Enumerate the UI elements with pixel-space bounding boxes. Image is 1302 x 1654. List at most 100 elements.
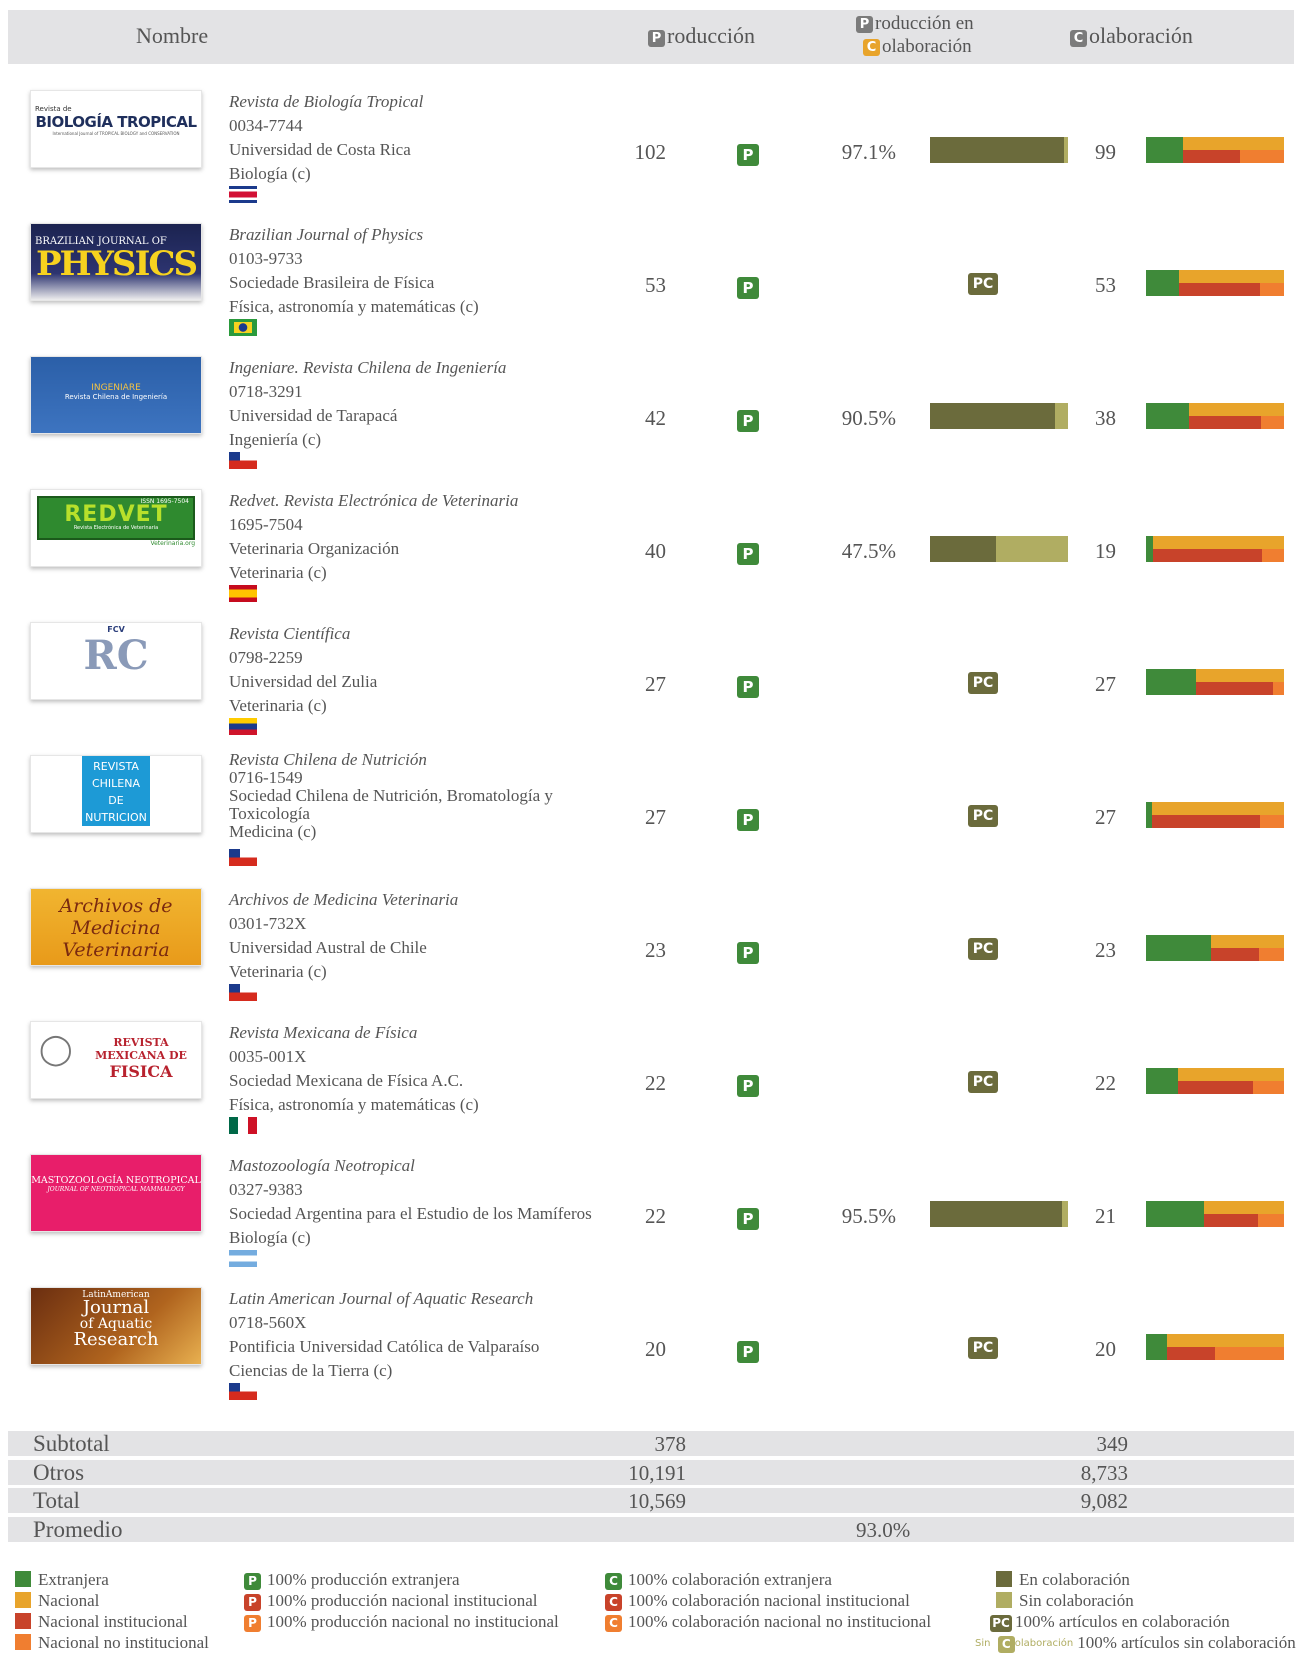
otros-row: Otros 10,191 8,733: [8, 1460, 1294, 1485]
journal-row[interactable]: BRAZILIAN JOURNAL OF PHYSICS Brazilian J…: [0, 223, 1302, 356]
pc-badge-icon: PC: [968, 273, 998, 295]
nacional-institucional-segment: [1167, 1347, 1215, 1360]
prod-colab-bar: [930, 536, 1068, 562]
nacional-institucional-segment: [1211, 948, 1259, 961]
total-colaboracion: 9,082: [1080, 1489, 1128, 1513]
colaboracion-count: 27: [1095, 672, 1116, 696]
journal-issn: 0034-7744: [229, 116, 303, 135]
journal-logo[interactable]: INGENIARE Revista Chilena de Ingeniería: [30, 356, 202, 434]
pc-badge-icon: PC: [968, 1071, 998, 1093]
p-badge-icon: P: [856, 16, 873, 33]
journal-logo[interactable]: REVISTA CHILENA DE NUTRICION: [30, 755, 202, 833]
journal-title[interactable]: Revista Científica: [229, 622, 624, 646]
journal-issn: 0301-732X: [229, 914, 307, 933]
header-colaboracion[interactable]: Colaboración: [1070, 24, 1193, 48]
legend-p-nacional-no-inst: P 100% producción nacional no institucion…: [244, 1612, 559, 1632]
legend-nacional-institucional: Nacional institucional: [15, 1612, 188, 1632]
colaboracion-count: 21: [1095, 1204, 1116, 1228]
journal-institution: Universidad Austral de Chile: [229, 938, 427, 957]
journal-area: Ciencias de la Tierra (c): [229, 1361, 393, 1380]
journal-logo[interactable]: Archivos de Medicina Veterinaria: [30, 888, 202, 966]
journal-logo[interactable]: ◯ REVISTA MEXICANA DE FISICA: [30, 1021, 202, 1099]
p-orange-badge-icon: P: [244, 1615, 261, 1632]
journal-title[interactable]: Mastozoología Neotropical: [229, 1154, 624, 1178]
journal-row[interactable]: Revista de BIOLOGÍA TROPICAL Internation…: [0, 90, 1302, 223]
journal-institution: Sociedade Brasileira de Física: [229, 273, 435, 292]
mexico-flag-icon: [229, 1117, 257, 1134]
nacional-institucional-segment: [1152, 815, 1260, 828]
total-row: Total 10,569 9,082: [8, 1488, 1294, 1513]
promedio-row: Promedio 93.0%: [8, 1517, 1294, 1542]
journal-issn: 0718-560X: [229, 1313, 307, 1332]
olive-swatch-icon: [996, 1571, 1012, 1587]
journal-row[interactable]: ISSN 1695-7504 REDVET Revista Electrónic…: [0, 489, 1302, 622]
journal-title[interactable]: Brazilian Journal of Physics: [229, 223, 624, 247]
nacional-no-institucional-segment: [1260, 815, 1284, 828]
journal-info: Revista Chilena de Nutrición 0716-1549 S…: [229, 751, 624, 841]
journal-row[interactable]: Archivos de Medicina Veterinaria Archivo…: [0, 888, 1302, 1021]
p-badge-icon: P: [737, 410, 759, 432]
journal-row[interactable]: FCV RC Revista Científica 0798-2259 Univ…: [0, 622, 1302, 755]
produccion-count: 20: [645, 1337, 666, 1361]
journal-info: Archivos de Medicina Veterinaria 0301-73…: [229, 888, 624, 984]
journal-title[interactable]: Revista Chilena de Nutrición: [229, 751, 624, 769]
chile-flag-icon: [229, 984, 257, 1001]
journal-issn: 0035-001X: [229, 1047, 307, 1066]
journal-logo[interactable]: Revista de BIOLOGÍA TROPICAL Internation…: [30, 90, 202, 168]
total-produccion: 10,569: [628, 1489, 686, 1513]
journal-logo[interactable]: FCV RC: [30, 622, 202, 700]
brazil-flag-icon: [229, 319, 257, 336]
journal-area: Biología (c): [229, 1228, 311, 1247]
en-colaboracion-segment: [930, 536, 996, 562]
journal-logo[interactable]: LatinAmerican Journal of Aquatic Researc…: [30, 1287, 202, 1365]
venezuela-flag-icon: [229, 718, 257, 735]
prod-colab-percent: 97.1%: [841, 140, 896, 164]
produccion-count: 27: [645, 805, 666, 829]
journal-logo[interactable]: BRAZILIAN JOURNAL OF PHYSICS: [30, 223, 202, 301]
promedio-label: Promedio: [33, 1517, 123, 1542]
costa-rica-flag-icon: [229, 186, 257, 203]
nacional-no-institucional-segment: [1253, 1081, 1284, 1094]
journal-row[interactable]: ◯ REVISTA MEXICANA DE FISICA Revista Mex…: [0, 1021, 1302, 1154]
journal-title[interactable]: Archivos de Medicina Veterinaria: [229, 888, 624, 912]
colaboracion-bar: [1146, 802, 1284, 828]
journal-logo[interactable]: ISSN 1695-7504 REDVET Revista Electrónic…: [30, 489, 202, 567]
colaboracion-bar: [1146, 536, 1284, 562]
legend-c-nacional-no-inst: C 100% colaboración nacional no instituci…: [605, 1612, 931, 1632]
pc-badge-icon: PC: [968, 1337, 998, 1359]
journal-issn: 0716-1549: [229, 768, 303, 787]
nacional-institucional-segment: [1189, 416, 1261, 429]
subtotal-colaboracion: 349: [1096, 1432, 1129, 1456]
header-produccion[interactable]: Producción: [648, 24, 755, 48]
produccion-count: 42: [645, 406, 666, 430]
extranjera-segment: [1146, 1068, 1178, 1094]
nacional-no-institucional-segment: [1273, 682, 1284, 695]
colaboracion-bar: [1146, 137, 1284, 163]
p-badge-icon: P: [737, 676, 759, 698]
journal-title[interactable]: Latin American Journal of Aquatic Resear…: [229, 1287, 624, 1311]
header-produccion-colaboracion[interactable]: Producción en Colaboración: [856, 12, 974, 58]
journal-title[interactable]: Revista de Biología Tropical: [229, 90, 624, 114]
colaboracion-bar: [1146, 1334, 1284, 1360]
journal-title[interactable]: Revista Mexicana de Física: [229, 1021, 624, 1045]
legend-nacional: Nacional: [15, 1591, 99, 1611]
legend-p-nacional-inst: P 100% producción nacional institucional: [244, 1591, 538, 1611]
journal-logo[interactable]: MASTOZOOLOGÍA NEOTROPICAL JOURNAL OF NEO…: [30, 1154, 202, 1232]
journal-row[interactable]: LatinAmerican Journal of Aquatic Researc…: [0, 1287, 1302, 1420]
header-nombre: Nombre: [136, 23, 209, 48]
nacional-no-institucional-segment: [1240, 150, 1284, 163]
journal-title[interactable]: Redvet. Revista Electrónica de Veterinar…: [229, 489, 624, 513]
en-colaboracion-segment: [930, 137, 1064, 163]
journal-row[interactable]: INGENIARE Revista Chilena de Ingeniería …: [0, 356, 1302, 489]
nacional-institucional-segment: [1178, 1081, 1253, 1094]
journal-row[interactable]: REVISTA CHILENA DE NUTRICION Revista Chilen…: [0, 751, 1302, 888]
journal-title[interactable]: Ingeniare. Revista Chilena de Ingeniería: [229, 356, 624, 380]
journal-row[interactable]: MASTOZOOLOGÍA NEOTROPICAL JOURNAL OF NEO…: [0, 1154, 1302, 1287]
p-green-badge-icon: P: [244, 1573, 261, 1590]
produccion-count: 22: [645, 1071, 666, 1095]
nacional-segment: [1167, 1334, 1284, 1347]
extranjera-segment: [1146, 403, 1189, 429]
c-badge-icon: C: [1070, 30, 1087, 47]
extranjera-segment: [1146, 669, 1196, 695]
c-red-badge-icon: C: [605, 1594, 622, 1611]
